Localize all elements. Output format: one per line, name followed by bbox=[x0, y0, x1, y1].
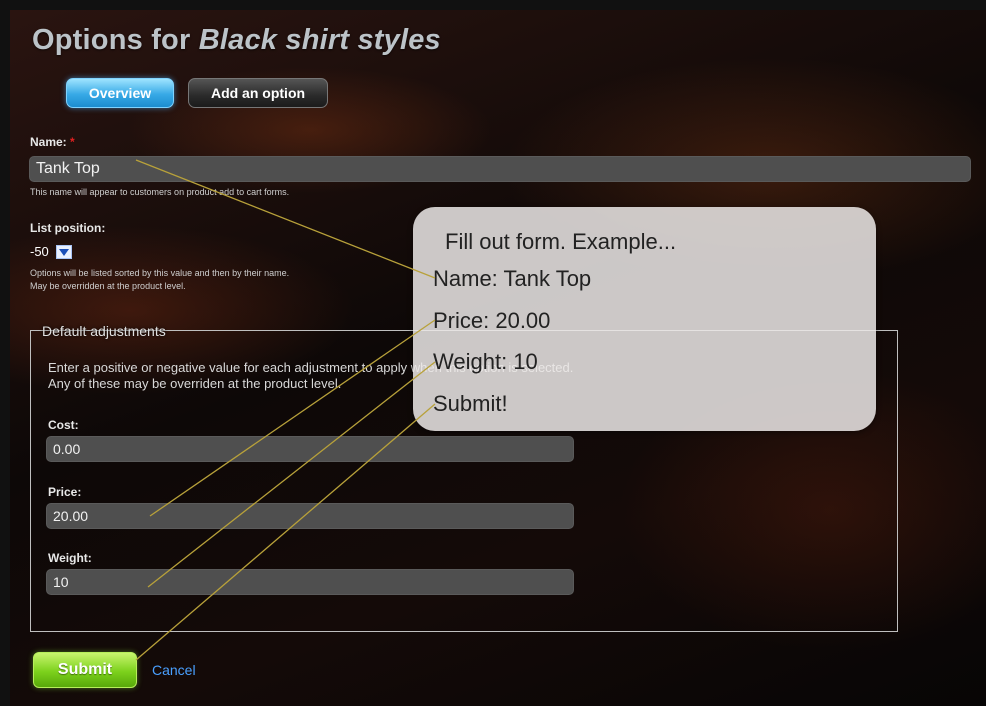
chevron-down-icon bbox=[59, 248, 69, 256]
page-title-prefix: Options for bbox=[32, 24, 199, 56]
cost-input[interactable]: 0.00 bbox=[46, 436, 574, 462]
tab-add-option-label: Add an option bbox=[210, 85, 306, 101]
callout-title: Fill out form. Example... bbox=[445, 229, 677, 254]
list-position-dropdown-button[interactable] bbox=[56, 245, 72, 259]
page-title: Options for Black shirt styles bbox=[32, 24, 441, 57]
weight-input-value: 10 bbox=[53, 574, 69, 590]
list-position-select[interactable]: -50 bbox=[30, 244, 49, 259]
list-position-help-1: Options will be listed sorted by this va… bbox=[30, 268, 290, 278]
required-marker: * bbox=[70, 135, 75, 149]
cost-input-value: 0.00 bbox=[53, 441, 81, 457]
adjustments-intro-2: Any of these may be overriden at the pro… bbox=[48, 376, 342, 391]
tab-overview[interactable]: Overview bbox=[66, 78, 174, 108]
callout-line-submit: Submit! bbox=[433, 391, 508, 416]
callout-line-price: Price: 20.00 bbox=[433, 308, 551, 333]
name-label-text: Name: bbox=[30, 135, 67, 149]
cost-label: Cost: bbox=[48, 418, 79, 432]
price-input-value: 20.00 bbox=[53, 508, 89, 524]
page-title-subject: Black shirt styles bbox=[198, 24, 441, 56]
instruction-callout: Fill out form. Example... Name: Tank Top… bbox=[413, 207, 876, 431]
list-position-help-2: May be overridden at the product level. bbox=[30, 281, 186, 291]
list-position-label: List position: bbox=[30, 221, 106, 235]
tab-overview-label: Overview bbox=[88, 85, 152, 101]
name-help-text: This name will appear to customers on pr… bbox=[30, 187, 290, 197]
cancel-link[interactable]: Cancel bbox=[152, 662, 196, 678]
submit-button-label: Submit bbox=[57, 661, 113, 678]
weight-label: Weight: bbox=[48, 551, 92, 565]
default-adjustments-legend: Default adjustments bbox=[42, 323, 166, 339]
page-frame: Options for Black shirt styles Overview … bbox=[10, 10, 986, 706]
submit-button[interactable]: Submit bbox=[33, 652, 137, 688]
weight-input[interactable]: 10 bbox=[46, 569, 574, 595]
name-input-value: Tank Top bbox=[36, 160, 100, 177]
name-input[interactable]: Tank Top bbox=[29, 156, 971, 182]
tab-add-an-option[interactable]: Add an option bbox=[188, 78, 328, 108]
list-position-value: -50 bbox=[30, 244, 49, 259]
name-label: Name: * bbox=[30, 135, 75, 149]
price-input[interactable]: 20.00 bbox=[46, 503, 574, 529]
callout-line-weight: Weight: 10 bbox=[433, 349, 538, 374]
price-label: Price: bbox=[48, 485, 82, 499]
callout-line-name: Name: Tank Top bbox=[433, 266, 592, 291]
